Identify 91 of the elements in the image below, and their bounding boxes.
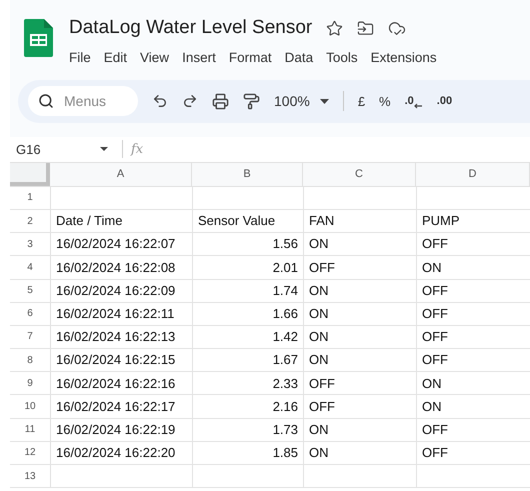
- table-cell-text: OFF: [422, 328, 448, 346]
- row-header[interactable]: 4: [10, 256, 51, 278]
- spreadsheet-logo-icon: [24, 19, 53, 57]
- increase-decimals-button[interactable]: .00: [436, 93, 452, 110]
- table-cell-text: 1.42: [272, 328, 298, 346]
- print-icon[interactable]: [212, 92, 229, 110]
- row-header[interactable]: 8: [10, 349, 51, 372]
- row-header[interactable]: 7: [10, 326, 51, 348]
- row-header[interactable]: 6: [10, 302, 51, 325]
- table-cell-text: ON: [309, 235, 328, 254]
- column-header[interactable]: B: [192, 162, 303, 186]
- search-input[interactable]: Menus: [64, 90, 120, 112]
- table-cell-text: OFF: [309, 258, 335, 277]
- table-cell-text: OFF: [422, 420, 448, 439]
- undo-icon[interactable]: [152, 93, 168, 110]
- row-header[interactable]: 3: [10, 233, 51, 256]
- column-title: Sensor Value: [198, 212, 276, 230]
- name-box[interactable]: G16: [10, 140, 114, 159]
- folder-icon[interactable]: [357, 20, 374, 37]
- search-field[interactable]: Menus: [28, 86, 138, 116]
- menu-item[interactable]: Data: [284, 48, 314, 68]
- redo-icon[interactable]: [182, 93, 198, 110]
- column-title: FAN: [309, 212, 334, 230]
- menu-item[interactable]: Insert: [182, 48, 216, 68]
- row-header[interactable]: 5: [10, 280, 51, 302]
- zoom-dropdown[interactable]: 100%: [274, 90, 329, 112]
- table-cell-text: ON: [422, 258, 442, 277]
- table-cell-text: 16/02/2024 16:22:07: [56, 235, 176, 254]
- menu-item[interactable]: Format: [228, 48, 272, 68]
- table-cell-text: 1.85: [272, 444, 298, 462]
- menu-item[interactable]: Edit: [104, 48, 128, 68]
- row-header[interactable]: 12: [10, 442, 51, 464]
- table-cell-text: 1.74: [272, 282, 298, 300]
- table-cell-text: ON: [309, 351, 328, 370]
- table-cell-text: ON: [422, 374, 442, 393]
- currency-button[interactable]: £: [358, 92, 366, 111]
- table-cell-text: OFF: [422, 351, 448, 370]
- paint-format-icon[interactable]: [243, 92, 260, 110]
- table-cell-text: ON: [309, 282, 328, 300]
- table-cell-text: OFF: [422, 305, 448, 324]
- column-header[interactable]: A: [50, 162, 192, 186]
- table-cell-text: OFF: [422, 235, 448, 254]
- table-cell-text: 16/02/2024 16:22:16: [56, 374, 176, 393]
- menu-item[interactable]: View: [140, 48, 170, 68]
- star-icon[interactable]: [326, 20, 344, 37]
- table-cell-text: 1.56: [272, 235, 298, 254]
- percent-button[interactable]: %: [379, 92, 391, 111]
- row-header[interactable]: 9: [10, 372, 51, 394]
- table-cell-text: ON: [309, 420, 328, 439]
- table-cell-text: 16/02/2024 16:22:11: [56, 305, 174, 324]
- function-label: fx: [131, 140, 144, 158]
- table-cell-text: OFF: [309, 398, 335, 416]
- menu-item[interactable]: Tools: [326, 48, 358, 68]
- table-cell-text: ON: [422, 398, 442, 416]
- table-cell-text: 16/02/2024 16:22:08: [56, 258, 176, 277]
- row-header[interactable]: 13: [10, 465, 51, 488]
- caret-icon: [100, 147, 108, 152]
- caret-icon: [320, 98, 329, 104]
- left-arrow-icon: [414, 103, 423, 109]
- table-cell-text: 16/02/2024 16:22:15: [56, 351, 176, 370]
- table-cell-text: 16/02/2024 16:22:09: [56, 282, 176, 300]
- column-header[interactable]: C: [303, 162, 416, 186]
- cloud-check-icon[interactable]: [388, 19, 406, 38]
- row-header[interactable]: 2: [10, 210, 51, 232]
- menu-item[interactable]: Extensions: [370, 48, 437, 68]
- table-cell-text: 2.33: [272, 374, 298, 393]
- menu-item[interactable]: File: [69, 48, 91, 68]
- table-cell-text: OFF: [309, 374, 335, 393]
- column-title: Date / Time: [56, 212, 122, 230]
- table-cell-text: 16/02/2024 16:22:19: [56, 420, 176, 439]
- table-cell-text: 16/02/2024 16:22:17: [56, 398, 176, 416]
- table-cell-text: 16/02/2024 16:22:20: [56, 444, 176, 462]
- table-cell-text: OFF: [422, 444, 448, 462]
- decrease-decimals-button[interactable]: .0: [404, 93, 423, 110]
- table-cell-text: 2.01: [272, 258, 298, 277]
- table-cell-text: ON: [309, 328, 328, 346]
- row-header[interactable]: 10: [10, 395, 51, 418]
- column-title: PUMP: [422, 212, 460, 230]
- table-cell-text: OFF: [422, 282, 448, 300]
- row-header[interactable]: 11: [10, 418, 51, 441]
- search-icon: [38, 93, 54, 110]
- table-cell-text: 16/02/2024 16:22:13: [56, 328, 176, 346]
- table-cell-text: 2.16: [272, 398, 298, 416]
- row-header[interactable]: 1: [10, 186, 51, 209]
- table-cell-text: ON: [309, 305, 328, 324]
- table-cell-text: 1.73: [272, 420, 298, 439]
- table-cell-text: 1.67: [272, 351, 298, 370]
- table-cell-text: 1.66: [272, 305, 298, 324]
- table-cell-text: ON: [309, 444, 328, 462]
- column-header[interactable]: D: [416, 162, 530, 186]
- document-title[interactable]: DataLog Water Level Sensor: [69, 14, 312, 42]
